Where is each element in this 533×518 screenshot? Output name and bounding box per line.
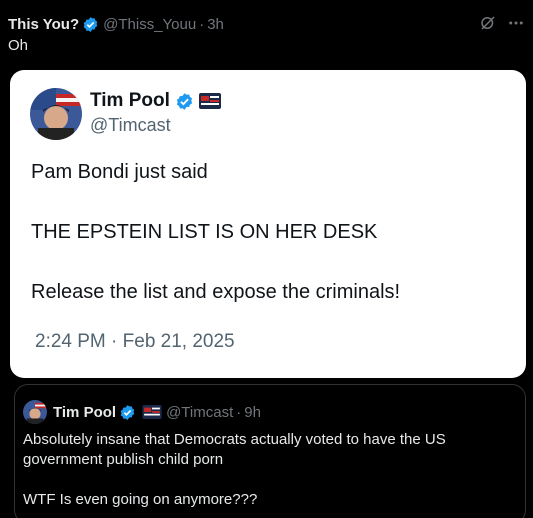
post-text: Oh [8, 37, 29, 54]
image-line: Pam Bondi just said [31, 161, 208, 183]
separator-dot: · [236, 403, 242, 421]
more-icon[interactable] [507, 14, 525, 32]
image-timestamp: 2:24 PM · Feb 21, 2025 [35, 331, 235, 352]
author-name[interactable]: This You? [8, 16, 79, 33]
avatar [30, 88, 82, 140]
post-header: This You? @Thiss_Youu · 3h [8, 14, 525, 34]
image-line: Release the list and expose the criminal… [31, 281, 401, 303]
separator-dot: · [199, 15, 205, 33]
flag-badge-icon [198, 93, 221, 109]
image-author-name-text: Tim Pool [90, 90, 170, 111]
post-time[interactable]: 3h [207, 16, 224, 33]
image-author-name: Tim Pool [90, 90, 221, 112]
author-handle[interactable]: @Thiss_Youu [103, 16, 196, 33]
quote-author-name[interactable]: Tim Pool [53, 404, 116, 421]
verified-icon [119, 404, 136, 421]
avatar [23, 400, 47, 424]
quote-body: Absolutely insane that Democrats actuall… [23, 430, 503, 518]
quote-line: WTF Is even going on anymore??? [23, 491, 258, 508]
flag-badge-icon [142, 405, 162, 419]
grok-icon[interactable] [479, 14, 497, 32]
quoted-post[interactable]: Tim Pool @Timcast · 9h Absolutely insane… [14, 384, 526, 518]
quote-author-handle[interactable]: @Timcast [166, 404, 233, 421]
image-body: Pam Bondi just said THE EPSTEIN LIST IS … [31, 160, 400, 340]
verified-icon [175, 92, 194, 111]
verified-icon [82, 16, 99, 33]
image-line: THE EPSTEIN LIST IS ON HER DESK [31, 221, 378, 243]
quote-line: Absolutely insane that Democrats actuall… [23, 431, 446, 468]
header-actions [479, 14, 525, 32]
image-author-handle: @Timcast [90, 115, 171, 135]
attached-image[interactable]: Tim Pool @Timcast Pam Bondi just said TH… [10, 70, 526, 378]
quote-time[interactable]: 9h [244, 404, 261, 421]
quote-header: Tim Pool @Timcast · 9h [23, 400, 261, 424]
